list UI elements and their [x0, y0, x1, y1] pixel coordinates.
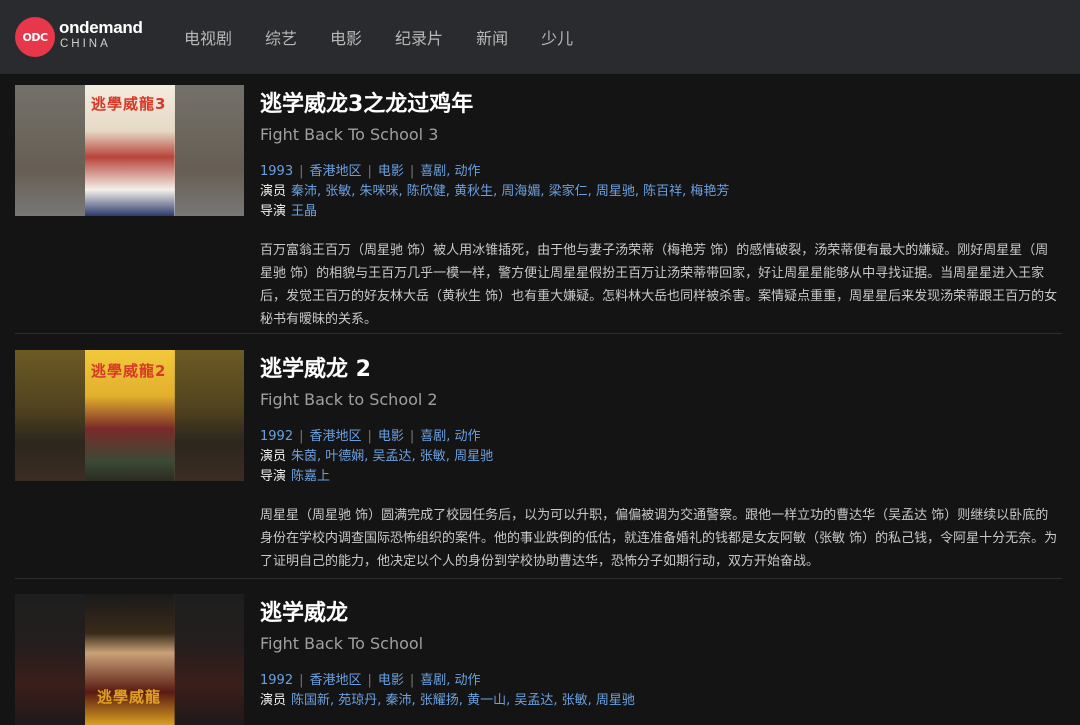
main-nav: 电视剧 综艺 电影 纪录片 新闻 少儿 — [184, 0, 606, 74]
movie-title[interactable]: 逃学威龙 2 — [260, 353, 1060, 387]
genre-link[interactable]: 喜剧, 动作 — [420, 429, 480, 444]
cast-label: 演员 — [260, 449, 287, 464]
cast-links[interactable]: 秦沛, 张敏, 朱咪咪, 陈欣健, 黄秋生, 周海媚, 梁家仁, 周星驰, 陈百… — [291, 184, 729, 199]
type-link[interactable]: 电影 — [378, 673, 404, 688]
movie-english-title: Fight Back To School 3 — [260, 125, 439, 144]
movie-poster[interactable]: 逃學威龍2 — [15, 350, 244, 481]
logo-subtitle: CHINA — [60, 38, 111, 50]
director-link[interactable]: 王晶 — [291, 204, 317, 219]
poster-image: 逃學威龍 — [85, 594, 175, 725]
director-link[interactable]: 陈嘉上 — [291, 469, 330, 484]
poster-title-text: 逃學威龍 — [97, 688, 162, 706]
genre-link[interactable]: 喜剧, 动作 — [420, 673, 480, 688]
type-link[interactable]: 电影 — [378, 429, 404, 444]
region-link[interactable]: 香港地区 — [309, 164, 361, 179]
movie-title[interactable]: 逃学威龙3之龙过鸡年 — [260, 88, 1060, 122]
poster-blur-left — [15, 350, 85, 481]
movie-title[interactable]: 逃学威龙 — [260, 597, 635, 631]
movie-poster[interactable]: 逃學威龍3 — [15, 85, 244, 216]
director-label: 导演 — [260, 204, 287, 219]
nav-documentary[interactable]: 纪录片 — [395, 25, 443, 49]
search-results-list: 逃學威龍3 逃学威龙3之龙过鸡年 Fight Back To School 3 … — [15, 74, 1062, 725]
genre-link[interactable]: 喜剧, 动作 — [420, 164, 480, 179]
movie-meta: 1992 | 香港地区 | 电影 | 喜剧, 动作 演员 朱茵, 叶德娴, 吴孟达, 张敏, … — [260, 429, 494, 484]
poster-title-text: 逃學威龍2 — [91, 362, 167, 380]
nav-kids[interactable]: 少儿 — [541, 25, 573, 49]
result-info: 逃学威龙 2 Fight Back to School 2 1992 | 香港地区 |… — [260, 353, 1060, 573]
movie-description: 周星星（周星驰 饰）圆满完成了校园任务后，以为可以升职，偏偏被调为交通警察。跟他… — [260, 508, 1058, 569]
odc-logo[interactable]: ODC ondemand CHINA — [15, 17, 145, 57]
logo-badge-icon: ODC — [15, 17, 55, 57]
year-link[interactable]: 1992 — [260, 673, 293, 688]
cast-label: 演员 — [260, 184, 287, 199]
poster-blur-left — [15, 594, 85, 725]
result-item: 逃學威龍2 逃学威龙 2 Fight Back to School 2 1992… — [15, 334, 1062, 579]
poster-blur-right — [174, 85, 244, 216]
type-link[interactable]: 电影 — [378, 164, 404, 179]
movie-poster[interactable]: 逃學威龍 — [15, 594, 244, 725]
result-item: 逃學威龍3 逃学威龙3之龙过鸡年 Fight Back To School 3 … — [15, 74, 1062, 334]
year-link[interactable]: 1993 — [260, 164, 293, 179]
cast-links[interactable]: 陈国新, 苑琼丹, 秦沛, 张耀扬, 黄一山, 吴孟达, 张敏, 周星驰 — [291, 693, 635, 708]
result-info: 逃学威龙3之龙过鸡年 Fight Back To School 3 1993 | 香… — [260, 88, 1060, 331]
poster-blur-right — [174, 594, 244, 725]
nav-news[interactable]: 新闻 — [476, 25, 508, 49]
poster-image: 逃學威龍2 — [85, 350, 175, 481]
movie-meta: 1993 | 香港地区 | 电影 | 喜剧, 动作 演员 秦沛, 张敏, 朱咪咪, 陈欣健, … — [260, 164, 730, 219]
cast-links[interactable]: 朱茵, 叶德娴, 吴孟达, 张敏, 周星驰 — [291, 449, 493, 464]
cast-label: 演员 — [260, 693, 287, 708]
logo-name: ondemand — [59, 18, 143, 37]
top-navigation-bar: ODC ondemand CHINA 电视剧 综艺 电影 纪录片 新闻 少儿 — [0, 0, 1080, 75]
poster-image: 逃學威龍3 — [85, 85, 175, 216]
nav-variety[interactable]: 综艺 — [265, 25, 297, 49]
region-link[interactable]: 香港地区 — [309, 673, 361, 688]
movie-description: 百万富翁王百万（周星驰 饰）被人用冰锥插死，由于他与妻子汤荣蒂（梅艳芳 饰）的感… — [260, 243, 1058, 327]
nav-movies[interactable]: 电影 — [330, 25, 362, 49]
director-label: 导演 — [260, 469, 287, 484]
movie-meta: 1992 | 香港地区 | 电影 | 喜剧, 动作 演员 陈国新, 苑琼丹, 秦沛, 张耀扬,… — [260, 673, 635, 708]
result-item: 逃學威龍 逃学威龙 Fight Back To School 1992 | 香港地区… — [15, 579, 1062, 725]
poster-title-text: 逃學威龍3 — [91, 95, 167, 113]
movie-english-title: Fight Back to School 2 — [260, 390, 438, 409]
nav-tv-series[interactable]: 电视剧 — [184, 25, 232, 49]
poster-blur-left — [15, 85, 85, 216]
result-info: 逃学威龙 Fight Back To School 1992 | 香港地区 | 电影 | 喜… — [260, 597, 635, 711]
region-link[interactable]: 香港地区 — [309, 429, 361, 444]
poster-blur-right — [174, 350, 244, 481]
movie-english-title: Fight Back To School — [260, 634, 424, 653]
year-link[interactable]: 1992 — [260, 429, 293, 444]
